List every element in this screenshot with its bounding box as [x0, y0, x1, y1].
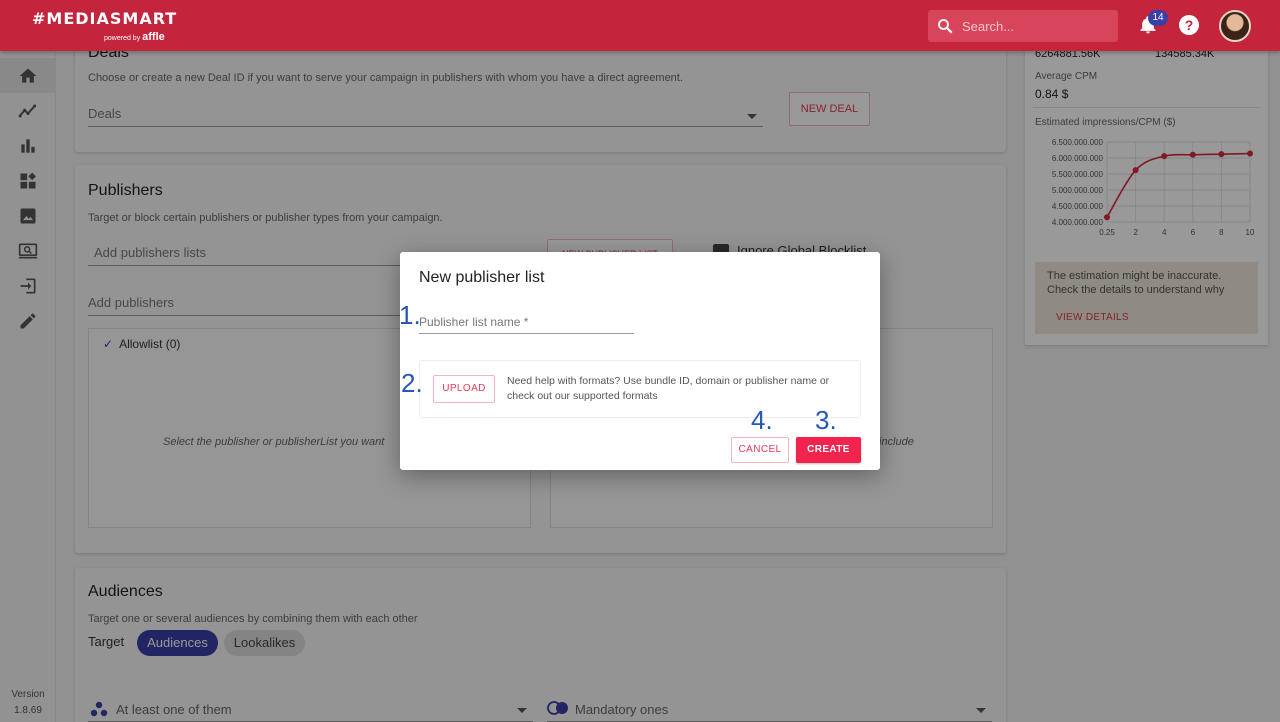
search-input[interactable]	[962, 17, 1112, 35]
search-box[interactable]	[928, 10, 1118, 42]
brand-name: #MEDIASMART	[32, 9, 178, 28]
notification-count-badge: 14	[1148, 10, 1168, 26]
powered-by: powered by affle	[104, 31, 165, 43]
new-publisher-list-dialog: New publisher list UPLOAD Need help with…	[400, 252, 880, 470]
annotation-step-3: 3.	[815, 405, 837, 435]
publisher-list-name-input[interactable]	[419, 310, 634, 334]
annotation-step-4: 4.	[751, 405, 773, 435]
powered-by-brand: affle	[142, 31, 165, 43]
search-icon[interactable]	[936, 17, 954, 35]
dialog-title: New publisher list	[419, 269, 545, 286]
create-button[interactable]: CREATE	[796, 437, 861, 463]
top-bar: #MEDIASMART powered by affle 14 ?	[0, 0, 1280, 51]
upload-button[interactable]: UPLOAD	[433, 375, 495, 403]
annotation-step-2: 2.	[401, 368, 423, 398]
cancel-button[interactable]: CANCEL	[731, 437, 789, 463]
powered-by-text: powered by	[104, 35, 141, 42]
upload-area: UPLOAD Need help with formats? Use bundl…	[419, 360, 861, 418]
app-logo[interactable]: #MEDIASMART powered by affle	[32, 9, 178, 43]
annotation-step-1: 1.	[399, 300, 421, 330]
upload-help-text: Need help with formats? Use bundle ID, d…	[507, 375, 830, 402]
help-icon[interactable]: ?	[1179, 15, 1199, 35]
user-avatar[interactable]	[1219, 10, 1251, 42]
